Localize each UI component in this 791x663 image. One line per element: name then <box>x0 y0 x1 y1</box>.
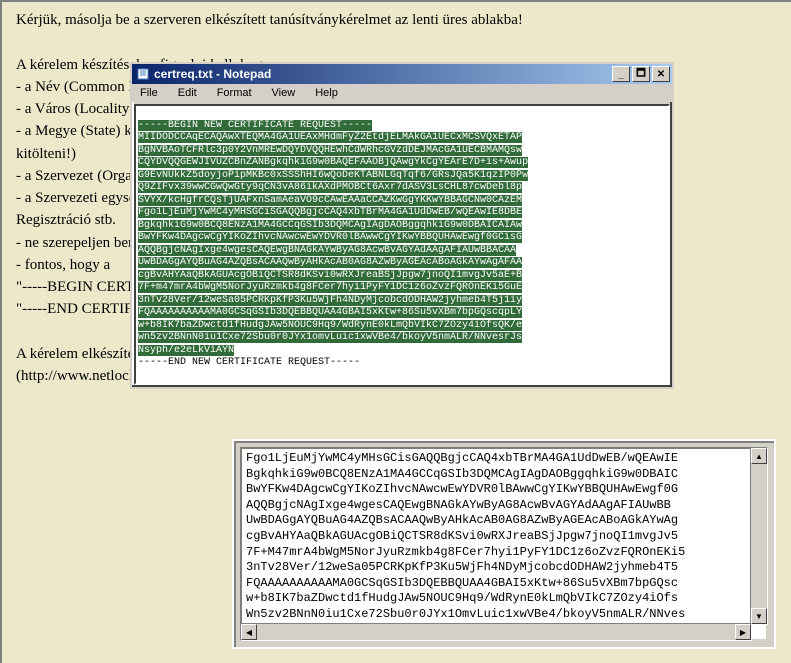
scrollbar-vertical[interactable]: ▲ ▼ <box>750 447 768 625</box>
notepad-icon <box>136 67 150 81</box>
menu-help[interactable]: Help <box>309 86 344 100</box>
close-button[interactable]: ✕ <box>652 66 670 82</box>
lower-text-content[interactable]: Fgo1LjEuMjYwMC4yMHsGCisGAQQBgjcCAQ4xbTBr… <box>242 449 766 641</box>
window-title: certreq.txt - Notepad <box>154 67 612 81</box>
notepad-selected-text[interactable]: -----BEGIN NEW CERTIFICATE REQUEST----- … <box>138 120 528 369</box>
scroll-down-button[interactable]: ▼ <box>751 608 767 624</box>
menu-view[interactable]: View <box>266 86 302 100</box>
page-root: Kérjük, másolja be a szerveren elkészíte… <box>0 0 791 663</box>
titlebar[interactable]: certreq.txt - Notepad _ 🗖 ✕ <box>132 64 672 84</box>
scroll-left-button[interactable]: ◀ <box>241 624 257 640</box>
menu-format[interactable]: Format <box>211 86 258 100</box>
notepad-window[interactable]: certreq.txt - Notepad _ 🗖 ✕ File Edit Fo… <box>130 62 674 389</box>
menu-file[interactable]: File <box>134 86 164 100</box>
menubar: File Edit Format View Help <box>132 84 672 102</box>
lower-textarea-frame: Fgo1LjEuMjYwMC4yMHsGCisGAQQBgjcCAQ4xbTBr… <box>232 439 776 649</box>
scrollbar-horizontal[interactable]: ◀ ▶ <box>240 623 752 641</box>
menu-edit[interactable]: Edit <box>172 86 203 100</box>
minimize-button[interactable]: _ <box>612 66 630 82</box>
notepad-caret <box>360 357 366 368</box>
notepad-text-area[interactable]: -----BEGIN NEW CERTIFICATE REQUEST----- … <box>134 104 670 385</box>
maximize-button[interactable]: 🗖 <box>632 66 650 82</box>
scroll-up-button[interactable]: ▲ <box>751 448 767 464</box>
doc-line: Kérjük, másolja be a szerveren elkészíte… <box>16 10 779 30</box>
doc-blank <box>16 32 779 52</box>
scroll-right-button[interactable]: ▶ <box>735 624 751 640</box>
lower-textarea[interactable]: Fgo1LjEuMjYwMC4yMHsGCisGAQQBgjcCAQ4xbTBr… <box>240 447 768 641</box>
